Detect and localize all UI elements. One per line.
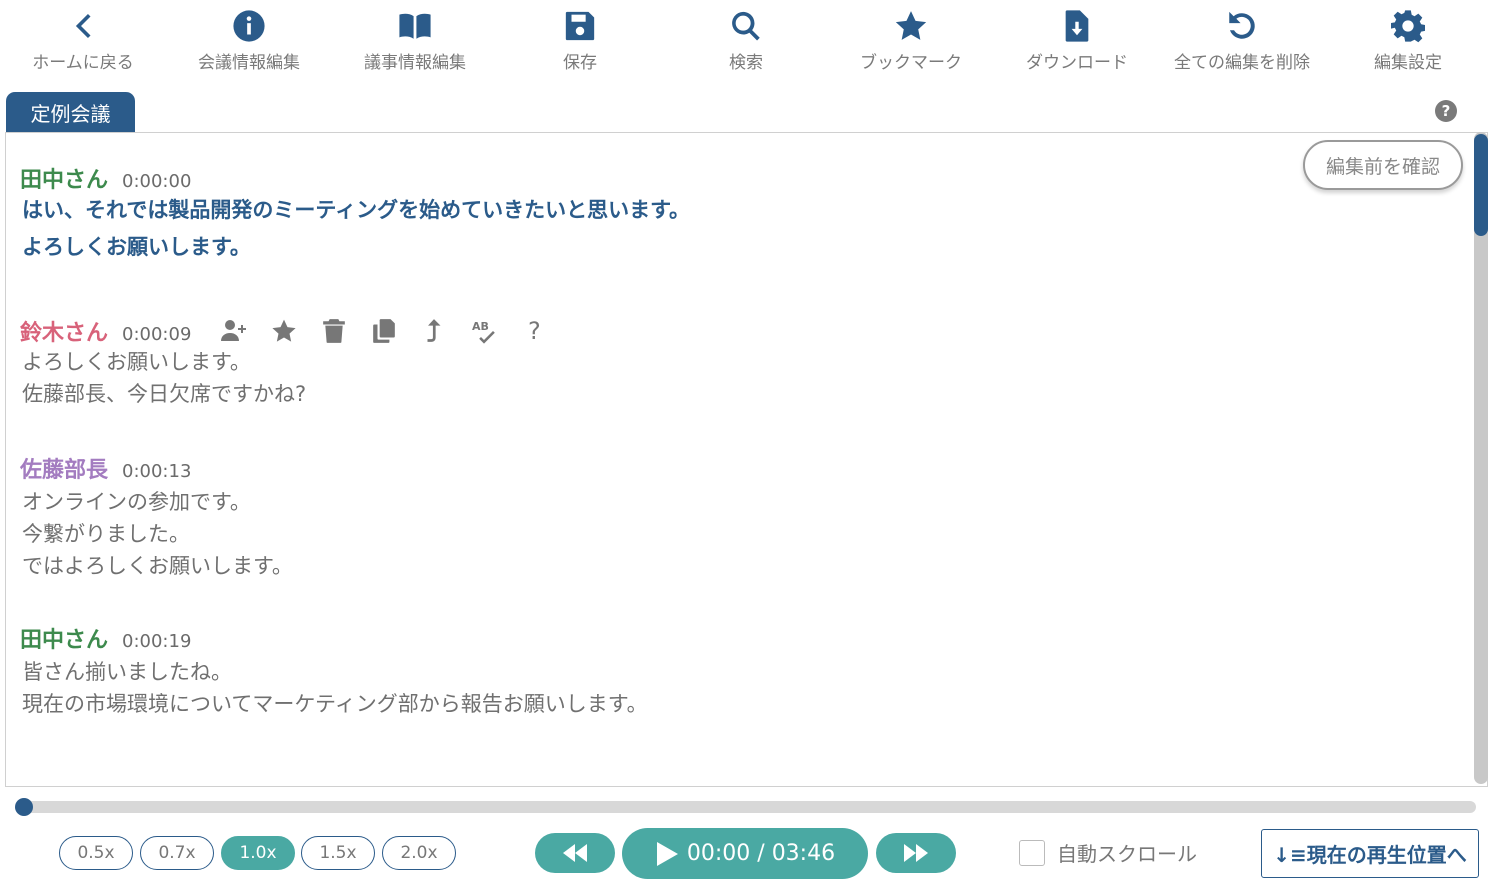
speed-0-7x-button[interactable]: 0.7x (140, 836, 214, 870)
spellcheck-button[interactable]: AB (459, 316, 509, 346)
edit-settings-label: 編集設定 (1374, 53, 1442, 73)
save-icon (565, 11, 595, 41)
help-icon[interactable]: ? (1435, 100, 1457, 122)
copy-icon (373, 319, 396, 343)
home-button[interactable]: ホームに戻る (0, 0, 166, 86)
utterance-text[interactable]: よろしくお願いします。 佐藤部長、今日欠席ですかね? (22, 346, 559, 410)
speed-0-5x-button[interactable]: 0.5x (59, 836, 133, 870)
bookmark-entry-button[interactable] (259, 316, 309, 346)
speed-1-5x-button[interactable]: 1.5x (301, 836, 375, 870)
question-icon: ? (528, 317, 541, 345)
spellcheck-icon: AB (472, 320, 496, 344)
edit-settings-button[interactable]: 編集設定 (1325, 0, 1488, 86)
transcript-entry[interactable]: 佐藤部長 0:00:13 オンラインの参加です。 今繋がりました。 ではよろしく… (20, 452, 293, 582)
utterance-text[interactable]: 皆さん揃いましたね。 現在の市場環境についてマーケティング部から報告お願いします… (22, 656, 648, 720)
meeting-info-edit-label: 会議情報編集 (198, 53, 300, 73)
meeting-info-edit-button[interactable]: 会議情報編集 (166, 0, 332, 86)
speaker-name[interactable]: 田中さん (20, 162, 108, 194)
entry-toolbar: AB ? (209, 316, 559, 346)
bookmark-label: ブックマーク (860, 53, 962, 73)
view-before-edit-button[interactable]: 編集前を確認 (1303, 140, 1463, 190)
delete-all-edits-button[interactable]: 全ての編集を削除 (1159, 0, 1325, 86)
utterance-text[interactable]: オンラインの参加です。 今繋がりました。 ではよろしくお願いします。 (22, 486, 293, 582)
home-button-label: ホームに戻る (32, 53, 134, 73)
gear-icon (1391, 10, 1425, 43)
seek-handle[interactable] (15, 798, 33, 816)
minutes-info-edit-button[interactable]: 議事情報編集 (332, 0, 498, 86)
speed-1-0x-button[interactable]: 1.0x (221, 836, 295, 870)
scrollbar-thumb[interactable] (1474, 134, 1488, 236)
rewind-button[interactable] (535, 833, 615, 873)
bookmark-button[interactable]: ブックマーク (828, 0, 994, 86)
download-button[interactable]: ダウンロード (994, 0, 1160, 86)
speaker-name[interactable]: 佐藤部長 (20, 452, 108, 484)
save-label: 保存 (563, 53, 597, 73)
minutes-info-edit-label: 議事情報編集 (364, 53, 466, 73)
timestamp[interactable]: 0:00:00 (122, 171, 191, 192)
toolbar: ホームに戻る 会議情報編集 議事情報編集 保存 検索 ブックマーク ダウンロード… (0, 0, 1488, 86)
timestamp[interactable]: 0:00:09 (122, 324, 191, 345)
info-icon (233, 10, 265, 42)
copy-entry-button[interactable] (359, 316, 409, 346)
book-icon (399, 13, 431, 39)
timestamp[interactable]: 0:00:19 (122, 631, 191, 652)
star-icon (272, 319, 296, 342)
chevron-left-icon (75, 13, 91, 39)
auto-scroll-label: 自動スクロール (1057, 842, 1197, 866)
transcript-entry[interactable]: 田中さん 0:00:00 はい、それでは製品開発のミーティングを始めていきたいと… (20, 162, 690, 266)
auto-scroll-toggle[interactable]: 自動スクロール (1019, 838, 1197, 867)
play-button[interactable]: 00:00 / 03:46 (622, 828, 868, 879)
save-button[interactable]: 保存 (497, 0, 663, 86)
play-icon (656, 841, 678, 866)
jump-to-current-position-button[interactable]: ↓≡現在の再生位置へ (1261, 829, 1479, 878)
user-plus-icon (221, 320, 247, 341)
merge-up-button[interactable] (409, 316, 459, 346)
download-label: ダウンロード (1026, 53, 1128, 73)
undo-icon (1229, 11, 1255, 39)
entry-help-button[interactable]: ? (509, 316, 559, 346)
star-icon (895, 11, 927, 40)
arrow-up-icon (427, 319, 441, 342)
search-button[interactable]: 検索 (663, 0, 829, 86)
auto-scroll-checkbox[interactable] (1019, 839, 1045, 866)
search-icon (732, 11, 760, 41)
transcript-entry[interactable]: 鈴木さん 0:00:09 AB ? よろしくお願いします。 佐藤部長、今日欠席で… (20, 312, 559, 410)
trash-icon (323, 319, 346, 343)
delete-all-edits-label: 全ての編集を削除 (1174, 53, 1310, 73)
fast-forward-button[interactable] (876, 833, 956, 873)
search-label: 検索 (729, 53, 763, 73)
spellcheck-icon-text: AB (472, 320, 489, 333)
seek-bar[interactable] (20, 801, 1476, 813)
time-display: 00:00 / 03:46 (686, 841, 836, 866)
speaker-name[interactable]: 田中さん (20, 622, 108, 654)
speed-2-0x-button[interactable]: 2.0x (382, 836, 456, 870)
speaker-name[interactable]: 鈴木さん (20, 315, 108, 347)
tab-meeting[interactable]: 定例会議 (6, 92, 135, 132)
delete-entry-button[interactable] (309, 316, 359, 346)
transcript-entry[interactable]: 田中さん 0:00:19 皆さん揃いましたね。 現在の市場環境についてマーケティ… (20, 622, 648, 720)
rewind-icon (563, 844, 587, 862)
timestamp[interactable]: 0:00:13 (122, 461, 191, 482)
add-speaker-button[interactable] (209, 316, 259, 346)
fast-forward-icon (904, 844, 928, 862)
utterance-text[interactable]: はい、それでは製品開発のミーティングを始めていきたいと思います。 よろしくお願い… (22, 192, 690, 266)
download-file-icon (1065, 10, 1089, 42)
